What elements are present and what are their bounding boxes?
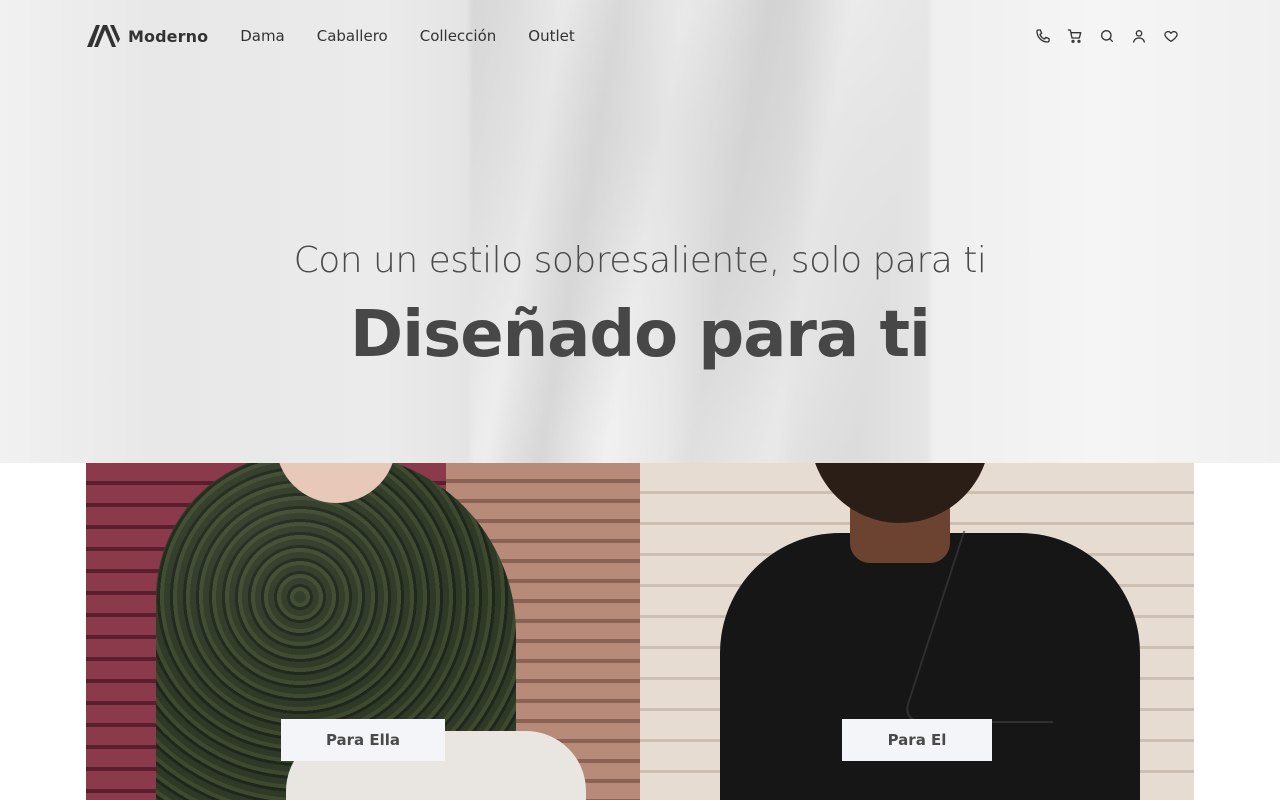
nav-item-caballero[interactable]: Caballero bbox=[317, 27, 388, 45]
heart-icon[interactable] bbox=[1162, 27, 1180, 45]
man-beard-image bbox=[810, 463, 990, 523]
hero-background bbox=[0, 0, 1280, 463]
para-ella-button[interactable]: Para Ella bbox=[281, 719, 445, 761]
brand-name: Moderno bbox=[128, 26, 209, 46]
category-cards: Para Ella Para El bbox=[86, 463, 1194, 800]
card-para-ella[interactable]: Para Ella bbox=[86, 463, 640, 800]
header-actions bbox=[1034, 27, 1180, 45]
user-icon[interactable] bbox=[1130, 27, 1148, 45]
nav-item-outlet[interactable]: Outlet bbox=[528, 27, 574, 45]
hero-title: Diseñado para ti bbox=[350, 298, 931, 372]
search-icon[interactable] bbox=[1098, 27, 1116, 45]
cart-icon[interactable] bbox=[1066, 27, 1084, 45]
main-nav: Dama Caballero Collección Outlet bbox=[240, 27, 575, 45]
nav-item-colleccion[interactable]: Collección bbox=[420, 27, 497, 45]
card-para-el[interactable]: Para El bbox=[640, 463, 1194, 800]
nav-item-dama[interactable]: Dama bbox=[240, 27, 285, 45]
phone-icon[interactable] bbox=[1034, 27, 1052, 45]
para-el-button[interactable]: Para El bbox=[842, 719, 992, 761]
site-header: Moderno Dama Caballero Collección Outlet bbox=[86, 18, 1180, 54]
brand-logo[interactable]: Moderno bbox=[86, 24, 208, 48]
m-logo-icon bbox=[87, 25, 120, 47]
hero-subtitle: Con un estilo sobresaliente, solo para t… bbox=[293, 240, 987, 281]
